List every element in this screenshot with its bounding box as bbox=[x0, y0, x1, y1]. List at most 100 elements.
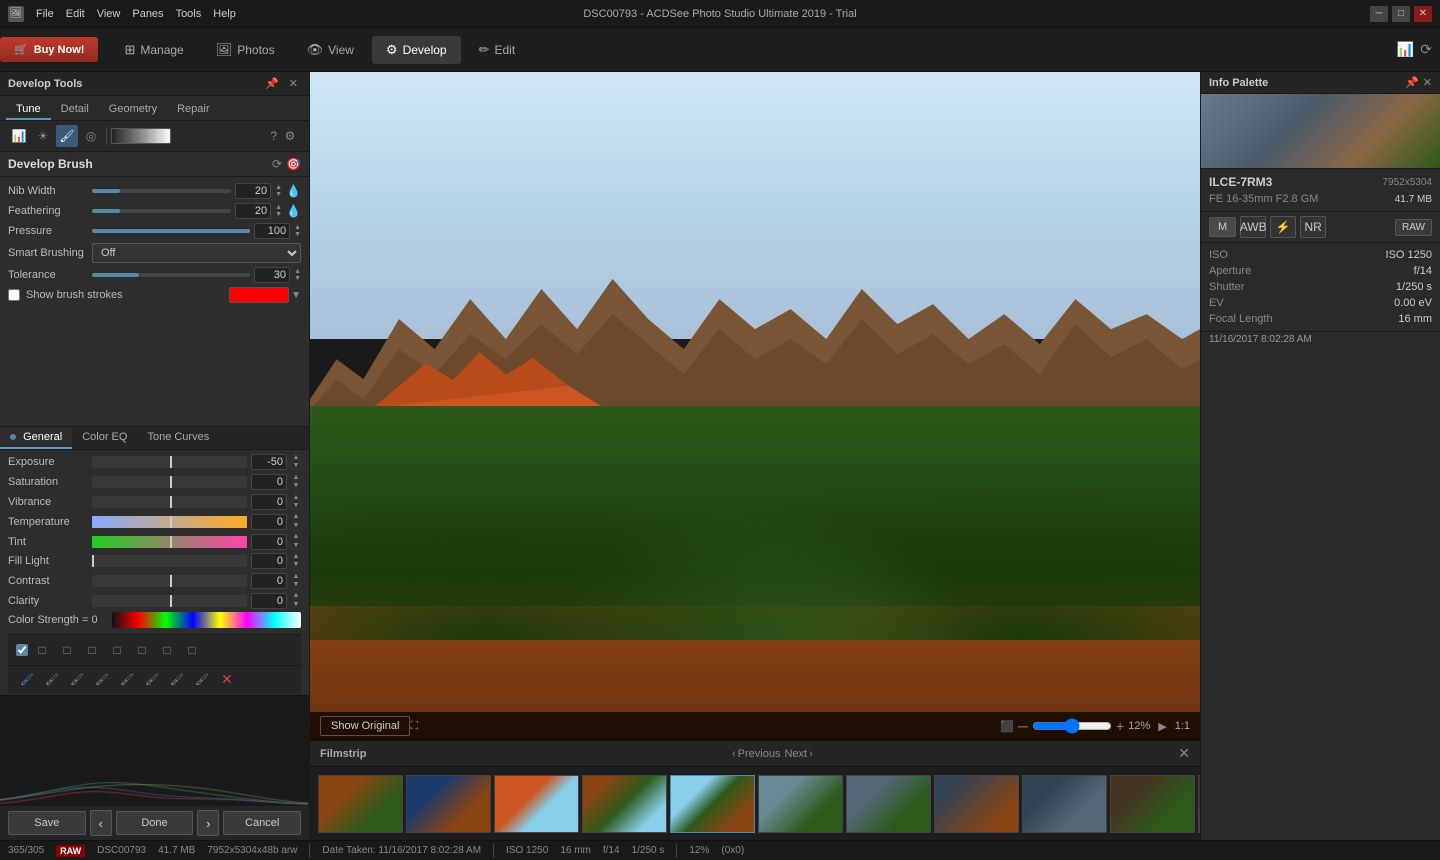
brush-icon-2[interactable]: □ bbox=[56, 639, 78, 661]
panel-close-button[interactable]: ✕ bbox=[286, 76, 301, 91]
nav-extra-icon-2[interactable]: ⟳ bbox=[1420, 41, 1432, 58]
nib-width-up[interactable]: ▲ bbox=[275, 184, 282, 191]
nib-width-down[interactable]: ▼ bbox=[275, 191, 282, 198]
fill-light-down[interactable]: ▼ bbox=[291, 561, 301, 569]
brush-icon[interactable]: 🖌 bbox=[56, 125, 78, 147]
menu-edit[interactable]: Edit bbox=[66, 8, 85, 20]
tab-tune[interactable]: Tune bbox=[6, 100, 51, 120]
menu-tools[interactable]: Tools bbox=[176, 8, 202, 20]
temperature-track[interactable] bbox=[92, 516, 247, 528]
expand-icon[interactable]: ⛶ bbox=[410, 720, 418, 733]
thumb-1[interactable] bbox=[318, 775, 403, 833]
brush-reset-button[interactable]: ⟳ bbox=[272, 157, 282, 171]
tab-view[interactable]: 👁 View bbox=[293, 36, 368, 64]
awb-button[interactable]: AWB bbox=[1240, 216, 1266, 238]
close-button[interactable]: ✕ bbox=[1414, 6, 1432, 22]
brush-tool-5[interactable]: 🖌 bbox=[116, 668, 138, 690]
tolerance-up[interactable]: ▲ bbox=[294, 268, 301, 275]
brush-icon-6[interactable]: □ bbox=[156, 639, 178, 661]
exposure-down[interactable]: ▼ bbox=[291, 462, 301, 470]
tab-geometry[interactable]: Geometry bbox=[99, 100, 167, 120]
tint-down[interactable]: ▼ bbox=[291, 542, 301, 550]
thumb-9[interactable] bbox=[1022, 775, 1107, 833]
fit-icon[interactable]: ⬛ bbox=[1000, 720, 1014, 733]
brush-icon-4[interactable]: □ bbox=[106, 639, 128, 661]
thumb-4[interactable] bbox=[582, 775, 667, 833]
flash-button[interactable]: ⚡ bbox=[1270, 216, 1296, 238]
filmstrip-next-button[interactable]: Next › bbox=[784, 748, 812, 760]
contrast-input[interactable] bbox=[251, 573, 287, 589]
tab-manage[interactable]: ⊞ Manage bbox=[110, 36, 197, 64]
nib-width-eyedropper[interactable]: 💧 bbox=[286, 184, 301, 198]
temperature-input[interactable] bbox=[251, 514, 287, 530]
brush-icon-3[interactable]: □ bbox=[81, 639, 103, 661]
clarity-down[interactable]: ▼ bbox=[291, 601, 301, 609]
thumb-11[interactable] bbox=[1198, 775, 1200, 833]
thumb-8[interactable] bbox=[934, 775, 1019, 833]
color-strength-bar[interactable] bbox=[112, 612, 301, 628]
menu-view[interactable]: View bbox=[97, 8, 121, 20]
saturation-input[interactable] bbox=[251, 474, 287, 490]
nav-extra-icon-1[interactable]: 📊 bbox=[1397, 41, 1414, 58]
tint-input[interactable] bbox=[251, 534, 287, 550]
tolerance-track[interactable] bbox=[92, 273, 250, 277]
brush-color-swatch[interactable] bbox=[229, 287, 289, 303]
tab-develop[interactable]: ⚙ Develop bbox=[372, 36, 461, 64]
saturation-up[interactable]: ▲ bbox=[291, 474, 301, 482]
feathering-up[interactable]: ▲ bbox=[275, 204, 282, 211]
photo-area[interactable]: Show Original ⛶ ⬛ ─ + 12% ▶ 1:1 bbox=[310, 72, 1200, 740]
section-tab-general[interactable]: General bbox=[0, 427, 72, 449]
vibrance-input[interactable] bbox=[251, 494, 287, 510]
nib-width-track[interactable] bbox=[92, 189, 231, 193]
vibrance-up[interactable]: ▲ bbox=[291, 494, 301, 502]
filmstrip-prev-button[interactable]: ‹ Previous bbox=[732, 748, 780, 760]
thumb-7[interactable] bbox=[846, 775, 931, 833]
tint-up[interactable]: ▲ bbox=[291, 533, 301, 541]
thumb-6[interactable] bbox=[758, 775, 843, 833]
filmstrip-close-button[interactable]: ✕ bbox=[1178, 745, 1190, 762]
menu-help[interactable]: Help bbox=[213, 8, 236, 20]
thumb-3[interactable] bbox=[494, 775, 579, 833]
fill-light-track[interactable] bbox=[92, 555, 247, 567]
zoom-out-button[interactable]: ─ bbox=[1018, 718, 1028, 734]
histogram-icon[interactable]: 📊 bbox=[8, 125, 30, 147]
tab-photos[interactable]: 🖼 Photos bbox=[202, 36, 289, 64]
vibrance-track[interactable] bbox=[92, 496, 247, 508]
exposure-track[interactable] bbox=[92, 456, 247, 468]
contrast-up[interactable]: ▲ bbox=[291, 573, 301, 581]
section-tab-color-eq[interactable]: Color EQ bbox=[72, 427, 137, 449]
brush-tool-3[interactable]: 🖌 bbox=[66, 668, 88, 690]
temperature-up[interactable]: ▲ bbox=[291, 513, 301, 521]
feathering-input[interactable] bbox=[235, 203, 271, 219]
saturation-track[interactable] bbox=[92, 476, 247, 488]
tolerance-input[interactable] bbox=[254, 267, 290, 283]
clarity-track[interactable] bbox=[92, 595, 247, 607]
vibrance-down[interactable]: ▼ bbox=[291, 502, 301, 510]
brush-icon-1[interactable]: □ bbox=[31, 639, 53, 661]
brush-tool-1[interactable]: 🖌 bbox=[16, 668, 38, 690]
thumb-2[interactable] bbox=[406, 775, 491, 833]
info-close-button[interactable]: ✕ bbox=[1423, 76, 1432, 89]
show-original-button[interactable]: Show Original bbox=[320, 716, 410, 736]
pressure-track[interactable] bbox=[92, 229, 250, 233]
brush-tool-8[interactable]: 🖌 bbox=[191, 668, 213, 690]
zoom-in-button[interactable]: + bbox=[1116, 718, 1124, 734]
brush-tool-6[interactable]: 🖌 bbox=[141, 668, 163, 690]
zoom-nav-icon[interactable]: ▶ bbox=[1158, 720, 1166, 733]
nib-width-input[interactable] bbox=[235, 183, 271, 199]
show-brush-strokes-checkbox[interactable] bbox=[8, 289, 20, 301]
nr-button[interactable]: NR bbox=[1300, 216, 1326, 238]
feathering-down[interactable]: ▼ bbox=[275, 211, 282, 218]
info-pin-button[interactable]: 📌 bbox=[1405, 76, 1419, 89]
feathering-track[interactable] bbox=[92, 209, 231, 213]
brush-icon-5[interactable]: □ bbox=[131, 639, 153, 661]
clarity-input[interactable] bbox=[251, 593, 287, 609]
smart-brushing-select[interactable]: Off On bbox=[92, 243, 301, 263]
camera-preview[interactable] bbox=[1201, 94, 1440, 169]
pressure-up[interactable]: ▲ bbox=[294, 224, 301, 231]
brush-target-button[interactable]: 🎯 bbox=[286, 157, 301, 171]
fill-light-input[interactable] bbox=[251, 553, 287, 569]
exposure-up[interactable]: ▲ bbox=[291, 454, 301, 462]
save-button[interactable]: Save bbox=[8, 811, 86, 835]
next-nav-button[interactable]: › bbox=[197, 810, 219, 836]
